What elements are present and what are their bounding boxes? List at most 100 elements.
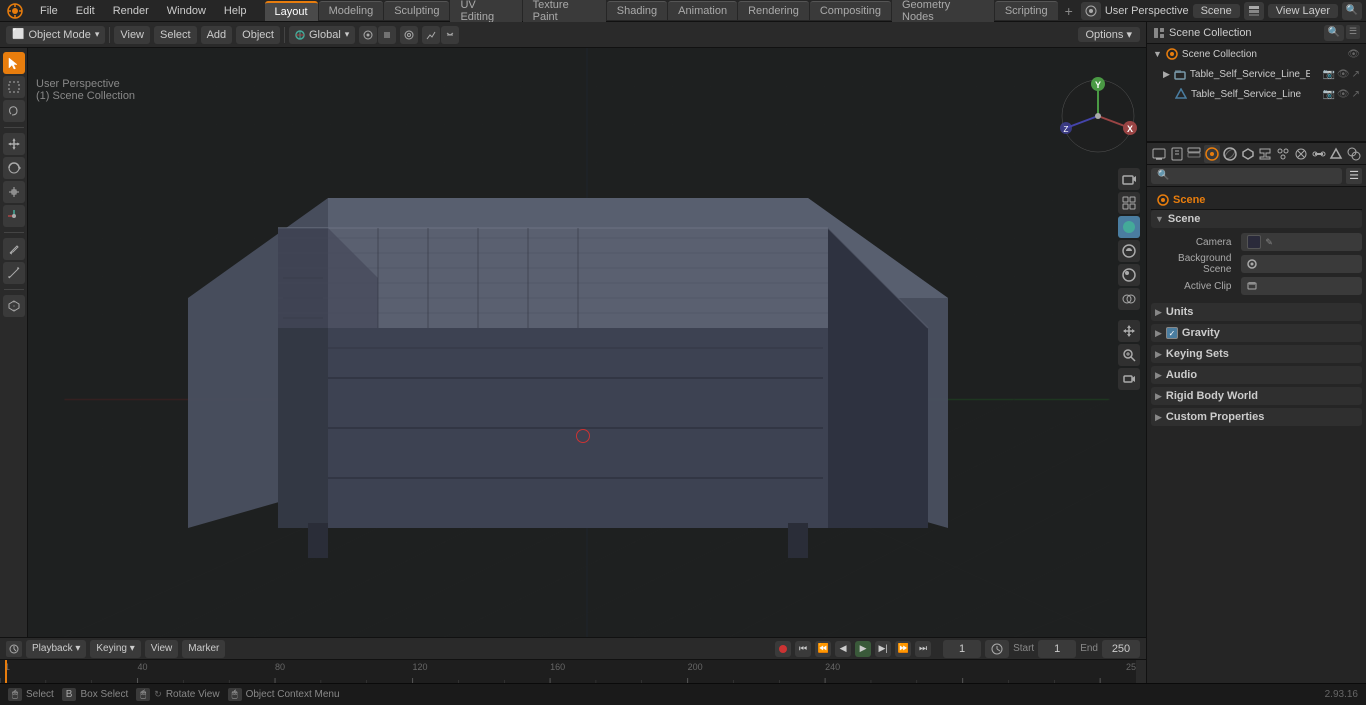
prev-frame-btn[interactable]: ◀ <box>835 641 851 657</box>
prop-tab-world[interactable] <box>1222 145 1238 163</box>
measure-tool[interactable] <box>3 262 25 284</box>
shading-material-icon[interactable] <box>1118 240 1140 262</box>
tab-animation[interactable]: Animation <box>668 1 737 20</box>
tab-modeling[interactable]: Modeling <box>319 1 384 20</box>
object-menu[interactable]: Object <box>236 26 280 44</box>
navigation-gizmo[interactable]: Y X Z <box>1058 76 1138 156</box>
timeline-ruler[interactable]: 1 40 80 120 160 200 240 250 <box>0 660 1146 683</box>
menu-window[interactable]: Window <box>159 3 214 19</box>
play-btn[interactable]: ▶ <box>855 641 871 657</box>
tab-shading[interactable]: Shading <box>607 1 667 20</box>
tab-compositing[interactable]: Compositing <box>810 1 891 20</box>
active-clip-value[interactable] <box>1241 277 1362 295</box>
view-menu[interactable]: View <box>114 26 150 44</box>
gravity-checkbox[interactable]: ✓ <box>1166 327 1178 339</box>
viewport-visibility-icon[interactable]: 👁 <box>1337 69 1350 80</box>
menu-render[interactable]: Render <box>105 3 157 19</box>
prop-tab-data[interactable] <box>1329 145 1345 163</box>
view-layer-icon[interactable] <box>1244 2 1264 20</box>
proportional-btn[interactable] <box>400 26 418 44</box>
shading-rendered-icon[interactable] <box>1118 264 1140 286</box>
keying-menu[interactable]: Keying ▾ <box>90 640 140 658</box>
prop-tab-constraints[interactable] <box>1311 145 1327 163</box>
outliner-item-table-elem[interactable]: ▶ Table_Self_Service_Line_Elem 📷 👁 ↗ <box>1147 64 1366 84</box>
camera-view-icon[interactable] <box>1118 368 1140 390</box>
timeline-icon[interactable] <box>6 641 22 657</box>
skip-end-btn[interactable]: ⏭ <box>915 641 931 657</box>
camera-icon[interactable] <box>1118 168 1140 190</box>
tab-layout[interactable]: Layout <box>265 1 318 21</box>
scene-name-display[interactable]: Scene <box>1193 4 1240 18</box>
current-frame-input[interactable]: 1 <box>943 640 981 658</box>
graph-options[interactable] <box>441 26 459 44</box>
cursor-tool[interactable] <box>3 52 25 74</box>
move-tool[interactable] <box>3 133 25 155</box>
marker-menu[interactable]: Marker <box>182 640 225 658</box>
transform-orientation[interactable]: Global ▾ <box>289 26 355 44</box>
custom-props-toggle[interactable]: ▶ Custom Properties <box>1151 408 1362 426</box>
annotate-tool[interactable] <box>3 238 25 260</box>
add-cube-tool[interactable] <box>3 295 25 317</box>
skip-start-btn[interactable]: ⏮ <box>795 641 811 657</box>
3d-viewport[interactable]: User Perspective (1) Scene Collection <box>28 48 1146 637</box>
snap-btn[interactable] <box>359 26 377 44</box>
object-mode-selector[interactable]: ⬜ Object Mode ▾ <box>6 26 105 44</box>
pan-icon[interactable] <box>1118 320 1140 342</box>
zoom-icon[interactable] <box>1118 344 1140 366</box>
playback-menu[interactable]: Playback ▾ <box>26 640 86 658</box>
audio-toggle[interactable]: ▶ Audio <box>1151 366 1362 384</box>
prop-tab-modifiers[interactable] <box>1258 145 1274 163</box>
outliner-filter[interactable]: ☰ <box>1346 25 1360 39</box>
snap-options[interactable] <box>378 26 396 44</box>
render2-icon[interactable]: 📷 <box>1322 89 1334 100</box>
prop-tab-viewlayer[interactable] <box>1187 145 1203 163</box>
options-button[interactable]: Options ▾ <box>1078 27 1141 42</box>
keying-sets-toggle[interactable]: ▶ Keying Sets <box>1151 345 1362 363</box>
bg-scene-value[interactable] <box>1241 255 1362 273</box>
tab-sculpting[interactable]: Sculpting <box>384 1 449 20</box>
prop-tab-render[interactable] <box>1151 145 1167 163</box>
end-frame-input[interactable]: 250 <box>1102 640 1140 658</box>
units-section-toggle[interactable]: ▶ Units <box>1151 303 1362 321</box>
step-forward-btn[interactable]: ⏩ <box>895 641 911 657</box>
props-search-input[interactable]: 🔍 <box>1151 168 1342 184</box>
prop-tab-physics[interactable] <box>1293 145 1309 163</box>
lasso-select-tool[interactable] <box>3 100 25 122</box>
tab-rendering[interactable]: Rendering <box>738 1 809 20</box>
prop-tab-output[interactable] <box>1169 145 1185 163</box>
outliner-search[interactable]: 🔍 <box>1324 25 1344 41</box>
outliner-item-table[interactable]: Table_Self_Service_Line_ 📷 👁 ↗ <box>1147 84 1366 104</box>
rotate-tool[interactable] <box>3 157 25 179</box>
menu-edit[interactable]: Edit <box>68 3 103 19</box>
next-frame-btn[interactable]: ▶| <box>875 641 891 657</box>
select-box-tool[interactable] <box>3 76 25 98</box>
shading-solid-icon[interactable] <box>1118 216 1140 238</box>
timeline-scrollbar[interactable] <box>1136 660 1146 683</box>
frame-timer[interactable] <box>985 640 1009 658</box>
scale-tool[interactable] <box>3 181 25 203</box>
prop-tab-material[interactable] <box>1346 145 1362 163</box>
outliner-scene-collection[interactable]: ▼ Scene Collection 👁 <box>1147 44 1366 64</box>
start-frame-input[interactable]: 1 <box>1038 640 1076 658</box>
record-btn[interactable] <box>775 641 791 657</box>
transform-tool[interactable] <box>3 205 25 227</box>
render-visibility-icon[interactable]: 📷 <box>1322 69 1334 80</box>
visibility-icon[interactable]: 👁 <box>1347 49 1360 60</box>
rigid-body-toggle[interactable]: ▶ Rigid Body World <box>1151 387 1362 405</box>
menu-help[interactable]: Help <box>216 3 255 19</box>
tab-scripting[interactable]: Scripting <box>995 1 1058 20</box>
add-workspace-tab[interactable]: + <box>1059 1 1079 21</box>
view-menu-timeline[interactable]: View <box>145 640 179 658</box>
select-menu[interactable]: Select <box>154 26 197 44</box>
props-filter-btn[interactable]: ☰ <box>1346 168 1362 184</box>
menu-file[interactable]: File <box>32 3 66 19</box>
prop-tab-particles[interactable] <box>1275 145 1291 163</box>
grid-icon[interactable] <box>1118 192 1140 214</box>
viewport2-icon[interactable]: 👁 <box>1337 89 1350 100</box>
prop-tab-scene[interactable] <box>1204 145 1220 163</box>
select2-icon[interactable]: ↗ <box>1352 89 1360 100</box>
graph-btn[interactable] <box>422 26 440 44</box>
search-icon[interactable]: 🔍 <box>1342 2 1362 20</box>
scene-section-toggle[interactable]: ▼ Scene <box>1151 210 1362 228</box>
add-menu[interactable]: Add <box>201 26 233 44</box>
